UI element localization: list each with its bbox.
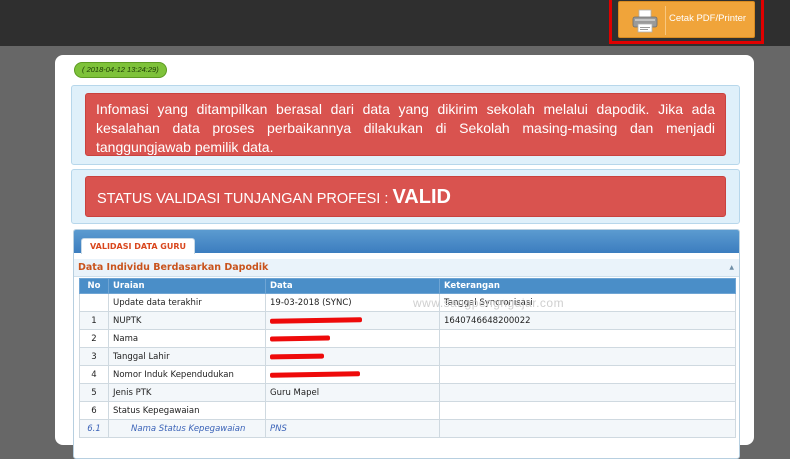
cell-uraian: Update data terakhir (108, 293, 266, 312)
table-header-row: No Uraian Data Keterangan (79, 278, 736, 294)
collapse-caret-icon[interactable]: ▲ (729, 264, 734, 271)
table-row: 6 Status Kepegawaian (79, 401, 736, 420)
cell-data: PNS (265, 419, 440, 438)
status-alert: STATUS VALIDASI TUNJANGAN PROFESI : VALI… (85, 176, 726, 217)
print-pdf-button[interactable]: Cetak PDF/Printer (618, 1, 755, 38)
section-title: Data Individu Berdasarkan Dapodik (78, 262, 269, 273)
print-button-label: Cetak PDF/Printer (669, 13, 747, 24)
cell-uraian: Nomor Induk Kependudukan (108, 365, 266, 384)
cell-uraian: Tanggal Lahir (108, 347, 266, 366)
status-value: VALID (392, 186, 451, 208)
cell-keterangan (439, 347, 736, 366)
main-panel: ( 2018-04-12 13:24:29) Infomasi yang dit… (55, 55, 754, 459)
button-separator (665, 6, 666, 35)
cell-keterangan (439, 365, 736, 384)
cell-data (265, 311, 440, 330)
teacher-data-table: No Uraian Data Keterangan Update data te… (79, 278, 736, 438)
cell-data (265, 347, 440, 366)
cell-no: 6.1 (79, 419, 109, 438)
cell-keterangan: 1640746648200022 (439, 311, 736, 330)
cell-data (265, 329, 440, 348)
cell-no: 3 (79, 347, 109, 366)
cell-no: 5 (79, 383, 109, 402)
cell-data: Guru Mapel (265, 383, 440, 402)
table-row: 6.1 Nama Status Kepegawaian PNS (79, 419, 736, 438)
cell-keterangan (439, 329, 736, 348)
cell-no (79, 293, 109, 312)
table-row: 4 Nomor Induk Kependudukan (79, 365, 736, 384)
table-row: Update data terakhir 19-03-2018 (SYNC) T… (79, 293, 736, 312)
status-container: STATUS VALIDASI TUNJANGAN PROFESI : VALI… (71, 169, 740, 224)
validation-section: VALIDASI DATA GURU Data Individu Berdasa… (73, 229, 740, 459)
cell-no: 1 (79, 311, 109, 330)
tab-strip: VALIDASI DATA GURU (74, 230, 739, 254)
cell-no: 4 (79, 365, 109, 384)
cell-no: 6 (79, 401, 109, 420)
cell-uraian: Nama (108, 329, 266, 348)
redaction-mark (269, 334, 331, 342)
cell-no: 2 (79, 329, 109, 348)
redaction-mark (269, 370, 361, 378)
section-header[interactable]: Data Individu Berdasarkan Dapodik ▲ (74, 259, 739, 277)
printer-icon (632, 9, 658, 33)
cell-keterangan (439, 401, 736, 420)
col-header-data: Data (265, 278, 440, 294)
cell-uraian: Jenis PTK (108, 383, 266, 402)
cell-data (265, 365, 440, 384)
watermark-text: www.sangpengngajar.com (413, 296, 565, 310)
col-header-uraian: Uraian (108, 278, 266, 294)
redaction-mark (269, 316, 363, 324)
redaction-mark (269, 353, 325, 359)
cell-keterangan (439, 383, 736, 402)
cell-data (265, 401, 440, 420)
table-row: 2 Nama (79, 329, 736, 348)
table-row: 1 NUPTK 1640746648200022 (79, 311, 736, 330)
cell-keterangan (439, 419, 736, 438)
tab-validasi-data-guru[interactable]: VALIDASI DATA GURU (81, 238, 196, 254)
status-label: STATUS VALIDASI TUNJANGAN PROFESI : (97, 191, 389, 207)
table-row: 5 Jenis PTK Guru Mapel (79, 383, 736, 402)
notice-alert: Infomasi yang ditampilkan berasal dari d… (85, 93, 726, 156)
cell-uraian: NUPTK (108, 311, 266, 330)
table-row: 3 Tanggal Lahir (79, 347, 736, 366)
col-header-keterangan: Keterangan (439, 278, 736, 294)
timestamp-badge: ( 2018-04-12 13:24:29) (74, 62, 167, 78)
notice-container: Infomasi yang ditampilkan berasal dari d… (71, 85, 740, 165)
col-header-no: No (79, 278, 109, 294)
cell-uraian: Status Kepegawaian (108, 401, 266, 420)
cell-uraian: Nama Status Kepegawaian (108, 419, 266, 438)
